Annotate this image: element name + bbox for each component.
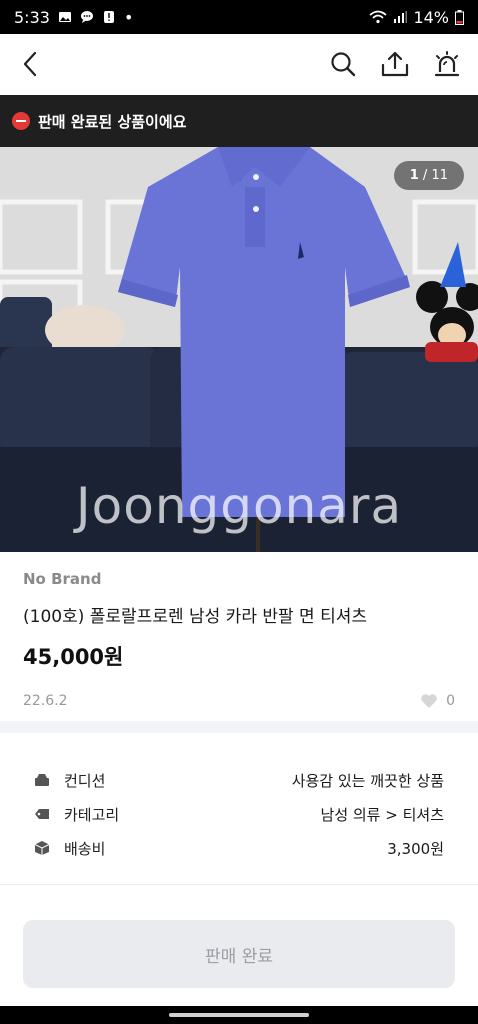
signal-icon xyxy=(394,11,408,23)
detail-value-shipping: 3,300원 xyxy=(387,839,444,858)
sold-out-button[interactable]: 판매 완료 xyxy=(23,920,455,988)
detail-row-shipping: 배송비 3,300원 xyxy=(34,831,444,865)
detail-label-condition: 컨디션 xyxy=(64,771,106,790)
detail-row-condition: 컨디션 사용감 있는 깨끗한 상품 xyxy=(34,763,444,797)
watermark: Joonggonara xyxy=(75,477,403,535)
image-counter-total: 11 xyxy=(431,168,448,183)
detail-label-shipping: 배송비 xyxy=(64,839,106,858)
image-counter-separator: / xyxy=(422,168,428,183)
heart-icon xyxy=(421,694,437,708)
product-image-carousel[interactable]: 1 / 11 Joonggonara xyxy=(0,147,478,552)
report-button[interactable] xyxy=(432,49,462,79)
share-icon xyxy=(381,51,409,77)
like-button[interactable]: 0 xyxy=(420,693,455,709)
detail-label-category: 카테고리 xyxy=(64,805,120,824)
brand-name[interactable]: No Brand xyxy=(23,570,455,588)
product-price: 45,000원 xyxy=(23,645,124,669)
detail-value-category[interactable]: 남성 의류 > 티셔츠 xyxy=(321,804,444,825)
chevron-left-icon xyxy=(23,51,37,77)
share-button[interactable] xyxy=(380,49,410,79)
product-info: No Brand (100호) 폴로랄프로렌 남성 카라 반팔 면 티셔츠 45… xyxy=(0,552,478,709)
image-counter: 1 / 11 xyxy=(393,161,464,190)
meta-row: 22.6.2 0 xyxy=(23,693,455,709)
chat-icon xyxy=(80,11,93,23)
sold-out-banner: 판매 완료된 상품이에요 xyxy=(0,95,478,147)
alert-icon xyxy=(103,11,114,23)
search-icon xyxy=(331,52,356,77)
search-button[interactable] xyxy=(328,49,358,79)
image-counter-current: 1 xyxy=(409,168,419,183)
like-count: 0 xyxy=(446,693,455,709)
condition-icon xyxy=(34,772,50,788)
siren-icon xyxy=(434,51,460,77)
navigation-gesture-bar xyxy=(0,1006,478,1024)
battery-icon xyxy=(455,9,464,25)
status-bar: 5:33 • 14% xyxy=(0,0,478,34)
back-button[interactable] xyxy=(16,49,46,79)
no-entry-icon xyxy=(12,112,30,130)
box-icon xyxy=(34,840,50,856)
product-title: (100호) 폴로랄프로렌 남성 카라 반팔 면 티셔츠 xyxy=(23,607,368,627)
bottom-divider xyxy=(0,884,478,885)
wifi-icon xyxy=(369,10,388,24)
sold-out-banner-text: 판매 완료된 상품이에요 xyxy=(38,112,187,131)
battery-percent: 14% xyxy=(413,7,449,27)
posted-date: 22.6.2 xyxy=(23,693,68,709)
top-navigation xyxy=(0,34,478,94)
detail-row-category: 카테고리 남성 의류 > 티셔츠 xyxy=(34,797,444,831)
tag-icon xyxy=(34,806,50,822)
section-divider xyxy=(0,721,478,733)
status-time: 5:33 xyxy=(14,7,50,27)
home-indicator[interactable] xyxy=(169,1013,309,1017)
detail-value-condition: 사용감 있는 깨끗한 상품 xyxy=(291,771,444,790)
product-details: 컨디션 사용감 있는 깨끗한 상품 카테고리 남성 의류 > 티셔츠 배송비 3… xyxy=(0,763,478,865)
status-dot: • xyxy=(123,7,134,27)
gallery-icon xyxy=(58,12,71,22)
